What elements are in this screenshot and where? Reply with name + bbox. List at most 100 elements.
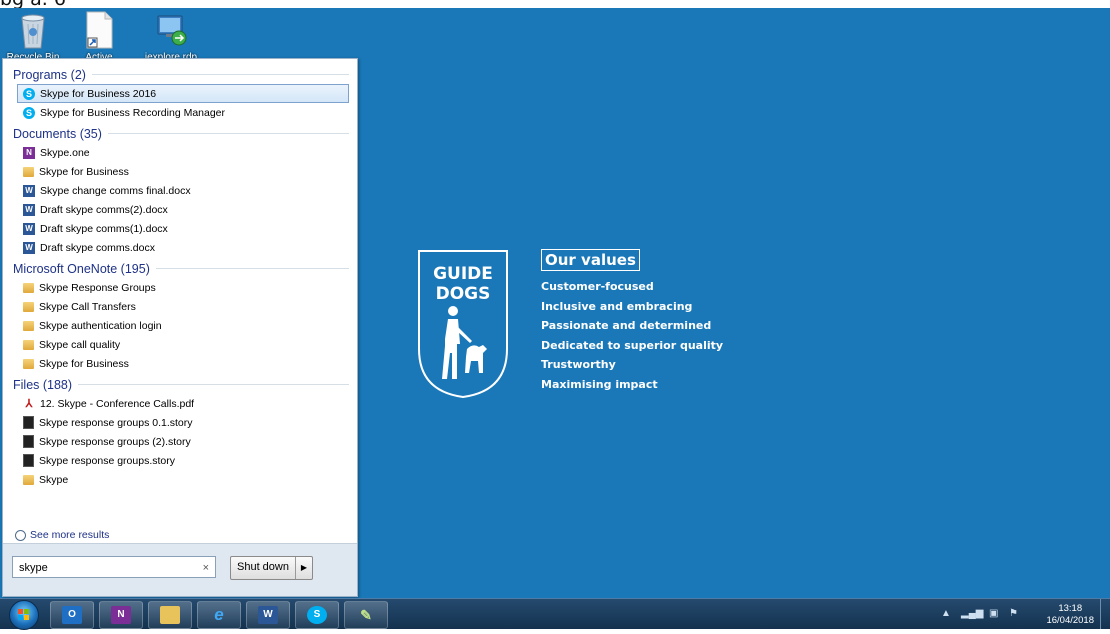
file-shortcut-icon [81,10,117,50]
folder-icon [23,282,34,293]
result-label: Skype [39,473,69,486]
result-item[interactable]: Skype response groups.story [3,451,357,470]
result-item[interactable]: Skype call quality [3,335,357,354]
clear-search-icon[interactable]: × [203,557,209,579]
result-label: Skype authentication login [39,319,162,332]
result-item[interactable]: W Skype change comms final.docx [3,181,357,200]
clock[interactable]: 13:18 16/04/2018 [1046,603,1094,627]
action-center-flag-icon[interactable]: ⚑ [1009,608,1018,619]
result-item[interactable]: Skype Response Groups [3,278,357,297]
network-icon[interactable]: ▂▄▆ [961,608,983,619]
result-label: Skype for Business 2016 [40,87,157,100]
result-label: Skype response groups 0.1.story [39,416,193,429]
paint-icon: ✎ [360,607,372,623]
result-item[interactable]: N Skype.one [3,143,357,162]
tray-expand-icon[interactable]: ▲ [941,608,951,619]
taskbar-skype[interactable]: S [295,601,339,629]
result-label: Skype response groups.story [39,454,175,467]
folder-icon [23,474,34,485]
word-doc-icon: W [23,203,35,216]
section-header-onenote[interactable]: Microsoft OneNote (195) [3,259,357,278]
result-label: Skype call quality [39,338,121,351]
word-doc-icon: W [23,222,35,235]
internet-explorer-icon: e [214,605,224,624]
search-value: skype [19,562,48,574]
result-item[interactable]: Skype [3,470,357,489]
search-input[interactable]: skype × [12,556,216,578]
taskbar: O N e W S ✎ ▲ ▂▄▆ ▣ ⚑ 13:18 16/04/2018 [0,598,1110,630]
word-icon: W [258,606,278,624]
result-item-skype-for-business-2016[interactable]: S Skype for Business 2016 [17,84,349,103]
logo-text-line1: GUIDE [433,264,493,284]
result-item[interactable]: Skype response groups (2).story [3,432,357,451]
taskbar-file-explorer[interactable] [148,601,192,629]
start-button[interactable] [9,600,39,630]
value-item: Customer-focused [541,280,654,293]
value-item: Inclusive and embracing [541,299,693,313]
result-label: Skype for Business [39,357,129,370]
onenote-icon: N [111,606,131,624]
folder-icon [23,358,34,369]
section-title: Microsoft OneNote (195) [13,261,150,276]
outlook-icon: O [62,606,82,624]
result-label: Skype for Business [39,165,129,178]
section-title: Files (188) [13,377,73,392]
remote-desktop-icon [153,10,189,50]
section-title: Programs (2) [13,67,86,82]
result-item[interactable]: W Draft skype comms.docx [3,238,357,257]
result-item[interactable]: W Draft skype comms(1).docx [3,219,357,238]
result-item[interactable]: Skype Call Transfers [3,297,357,316]
start-menu: Programs (2) S Skype for Business 2016 SS… [2,58,358,597]
taskbar-internet-explorer[interactable]: e [197,601,241,629]
taskbar-word[interactable]: W [246,601,290,629]
values-panel: Our values Customer-focused Inclusive an… [541,249,723,395]
see-more-label: See more results [30,529,110,541]
section-divider [107,133,349,134]
clock-time: 13:18 [1058,603,1083,614]
values-header: Our values [541,249,640,271]
folder-icon [23,301,34,312]
section-header-documents[interactable]: Documents (35) [3,124,357,143]
show-desktop-button[interactable] [1100,599,1110,629]
person-and-dog-icon [442,306,487,379]
word-doc-icon: W [23,241,35,254]
result-item[interactable]: Skype for Business [3,354,357,373]
shutdown-options-arrow-icon[interactable]: ▶ [296,557,312,579]
desktop-icon-recycle-bin[interactable]: Recycle Bin [2,10,64,63]
section-divider [78,384,349,385]
section-divider [155,268,349,269]
word-doc-icon: W [23,184,35,197]
result-label: Draft skype comms(2).docx [40,203,168,216]
result-item[interactable]: W Draft skype comms(2).docx [3,200,357,219]
result-item-skype-recording-manager[interactable]: S Skype for Business Recording Manager [3,103,357,122]
desktop-icon-active[interactable]: Active [68,10,130,63]
result-item[interactable]: Skype for Business [3,162,357,181]
taskbar-outlook[interactable]: O [50,601,94,629]
desktop-icon-iexplore-rdp[interactable]: iexplore.rdp [140,10,202,63]
shutdown-button-group: Shut down ▶ [230,556,313,580]
taskbar-onenote[interactable]: N [99,601,143,629]
value-item: Passionate and determined [541,319,712,333]
see-more-results-link[interactable]: See more results [15,529,109,541]
taskbar-paint[interactable]: ✎ [344,601,388,629]
value-item: Dedicated to superior quality [541,338,724,352]
result-label: Skype for Business Recording Manager [40,106,226,119]
result-item[interactable]: ⅄ 12. Skype - Conference Calls.pdf [3,394,357,413]
recycle-bin-icon [15,10,51,50]
windows-logo-icon [18,609,29,620]
result-label: Draft skype comms.docx [40,241,155,254]
search-results: Programs (2) S Skype for Business 2016 SS… [3,59,357,550]
clock-date: 16/04/2018 [1046,615,1094,626]
result-label: Skype change comms final.docx [40,184,191,197]
section-header-files[interactable]: Files (188) [3,375,357,394]
folder-icon [23,166,34,177]
result-item[interactable]: Skype response groups 0.1.story [3,413,357,432]
system-tray: ▲ ▂▄▆ ▣ ⚑ 13:18 16/04/2018 [925,599,1110,629]
device-icon[interactable]: ▣ [989,608,998,619]
result-label: Skype response groups (2).story [39,435,191,448]
folder-icon [23,339,34,350]
shutdown-button[interactable]: Shut down [231,557,296,579]
result-label: Draft skype comms(1).docx [40,222,168,235]
section-header-programs[interactable]: Programs (2) [3,65,357,84]
result-item[interactable]: Skype authentication login [3,316,357,335]
